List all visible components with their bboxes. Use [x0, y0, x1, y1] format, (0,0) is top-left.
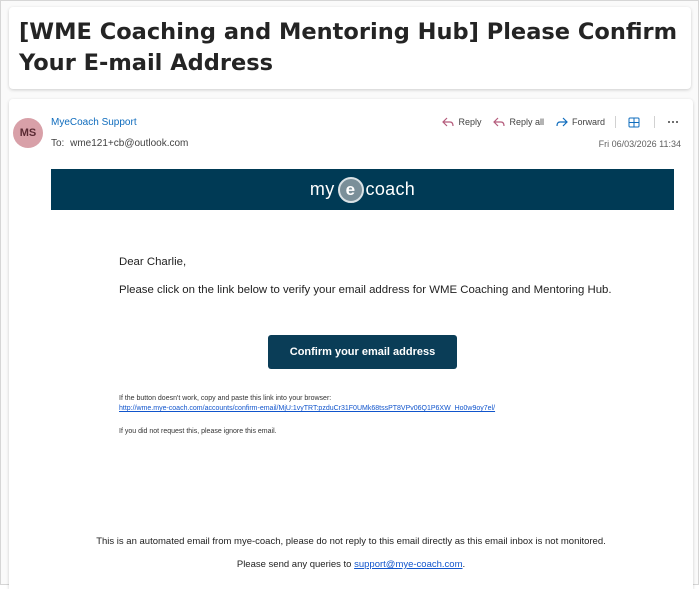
support-prefix: Please send any queries to — [236, 559, 355, 570]
more-actions-button[interactable] — [667, 120, 683, 124]
automated-notice: This is an automated email from mye-coac… — [96, 536, 606, 547]
received-date: Fri 06/03/2026 11:34 — [598, 139, 681, 149]
reply-icon — [442, 117, 455, 127]
logo-e-circle: e — [337, 176, 364, 203]
forward-button[interactable]: Forward — [556, 117, 605, 127]
email-reading-pane: [WME Coaching and Mentoring Hub] Please … — [0, 0, 699, 589]
reply-label: Reply — [458, 117, 482, 127]
toolbar-divider — [615, 116, 616, 128]
sender-name[interactable]: MyeCoach Support — [51, 117, 137, 128]
to-label: To: — [51, 138, 65, 149]
grid-view-icon — [628, 117, 640, 127]
logo-text-my: my — [309, 179, 335, 199]
apps-button[interactable] — [628, 117, 644, 128]
support-line: Please send any queries to support@mye-c… — [9, 559, 693, 570]
confirm-email-link[interactable]: http://wme.mye-coach.com/accounts/confir… — [119, 405, 495, 412]
avatar[interactable]: MS — [13, 118, 43, 148]
recipient-row: To: wme121+cb@outlook.com — [51, 138, 188, 149]
fallback-instructions: If the button doesn't work, copy and pas… — [119, 395, 332, 402]
greeting: Dear Charlie, — [119, 256, 187, 268]
confirm-email-button[interactable]: Confirm your email address — [268, 335, 457, 369]
reply-button[interactable]: Reply — [442, 117, 481, 127]
instruction-paragraph: Please click on the link below to verify… — [119, 284, 612, 296]
reply-all-button[interactable]: Reply all — [493, 117, 544, 127]
toolbar-divider — [654, 116, 655, 128]
email-subject: [WME Coaching and Mentoring Hub] Please … — [19, 19, 678, 76]
logo-text-coach: coach — [365, 179, 416, 199]
myecoach-logo: my e coach — [309, 176, 416, 203]
ignore-notice: If you did not request this, please igno… — [119, 428, 277, 435]
forward-label: Forward — [571, 117, 605, 127]
reply-all-label: Reply all — [509, 117, 544, 127]
recipient-address[interactable]: wme121+cb@outlook.com — [70, 138, 188, 149]
forward-icon — [556, 117, 568, 127]
reply-all-icon — [493, 117, 506, 127]
subject-header: [WME Coaching and Mentoring Hub] Please … — [9, 7, 691, 89]
support-suffix: . — [462, 559, 466, 570]
support-email-link[interactable]: support@mye-coach.com — [354, 559, 462, 570]
more-icon — [668, 121, 678, 123]
brand-banner: my e coach — [51, 169, 674, 210]
message-actions: Reply Reply all Forward — [430, 116, 683, 128]
email-message: MS MyeCoach Support To: wme121+cb@outloo… — [9, 99, 693, 589]
